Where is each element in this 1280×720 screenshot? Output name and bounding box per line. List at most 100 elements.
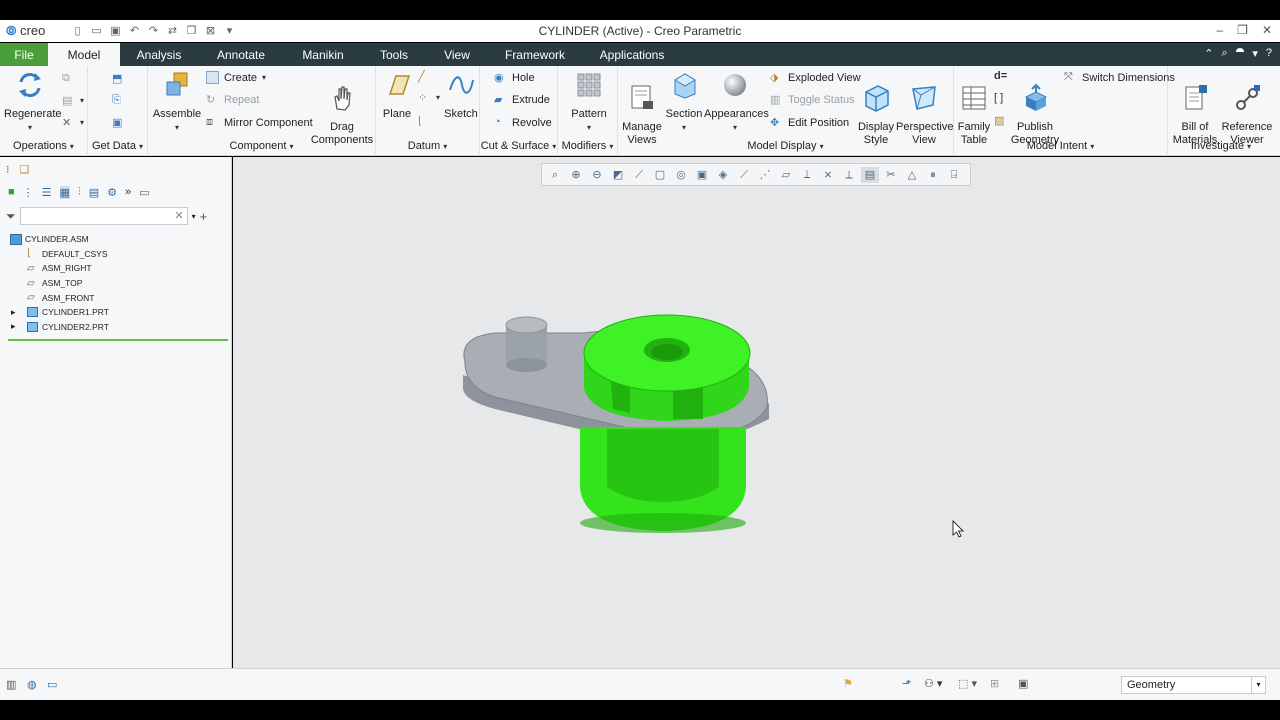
graduation-cap-icon[interactable]: ⯊ — [1236, 47, 1245, 60]
regenerate-dropdown-icon[interactable]: ▾ — [4, 121, 56, 134]
tab-view[interactable]: View — [426, 43, 488, 66]
pattern-button[interactable]: Pattern ▾ — [566, 70, 612, 134]
datum-point-icon[interactable]: ⁘ ▾ — [418, 91, 440, 104]
full-screen-icon[interactable]: ▭ — [47, 678, 57, 691]
cube-select-icon[interactable]: ▣ — [1018, 677, 1028, 690]
copy-icon[interactable]: ⧉ — [62, 72, 75, 85]
minimize-button[interactable]: – — [1216, 23, 1223, 37]
gear-icon[interactable]: ⚙ — [107, 186, 117, 199]
section-button[interactable]: Section ▾ — [664, 70, 704, 134]
investigate-label[interactable]: Investigate ▾ — [1168, 140, 1274, 152]
repeat-button[interactable]: ↻ Repeat — [206, 93, 259, 107]
tree-item-asm-top[interactable]: ▱ ASM_TOP — [0, 276, 232, 291]
search-icon[interactable]: ⌕ — [1221, 47, 1227, 60]
tree-filter-icon[interactable]: ⫶ — [78, 186, 81, 199]
assemble-button[interactable]: Assemble ▾ — [152, 70, 202, 134]
tab-tools[interactable]: Tools — [362, 43, 426, 66]
expand-icon[interactable]: ▸ — [11, 321, 21, 332]
filter-icon[interactable]: ⏷ — [6, 209, 16, 224]
dropdown-icon[interactable]: ▾ — [1252, 47, 1258, 60]
add-icon[interactable]: + — [200, 209, 208, 224]
appearances-button[interactable]: Appearances ▾ — [704, 70, 769, 134]
tree-item-asm-right[interactable]: ▱ ASM_RIGHT — [0, 261, 232, 276]
switch-dimensions-button[interactable]: ⤧ Switch Dimensions — [1064, 71, 1175, 84]
plane-button[interactable]: Plane — [378, 70, 416, 121]
tree-item-cylinder1-prt[interactable]: ▸ CYLINDER1.PRT — [0, 305, 232, 320]
pattern-dropdown-icon[interactable]: ▾ — [566, 121, 612, 134]
tab-framework[interactable]: Framework — [488, 43, 582, 66]
copy-geometry-icon[interactable]: ⎘ — [112, 94, 125, 107]
appearances-dropdown-icon[interactable]: ▾ — [704, 121, 766, 134]
modifiers-label[interactable]: Modifiers ▾ — [558, 140, 617, 152]
pane-options-icon[interactable]: ▭ — [139, 186, 149, 199]
graphics-area[interactable]: ⌕ ⊕ ⊖ ◩ ⟋ ▢ ◎ ▣ ◈ ⟋ ⋰ ▱ ⟘ ⨯ ⟂ ▤ ✂ △ ⏸ ⍈ — [233, 157, 1280, 668]
sketch-button[interactable]: Sketch — [442, 70, 480, 121]
assemble-dropdown-icon[interactable]: ▾ — [152, 121, 202, 134]
chevron-down-icon[interactable]: ▾ — [1251, 677, 1265, 693]
message-flag-icon[interactable]: ⚑ — [843, 677, 853, 690]
box-select-icon[interactable]: ⬚ ▾ — [958, 677, 977, 690]
tab-manikin[interactable]: Manikin — [284, 43, 362, 66]
exploded-view-button[interactable]: ⬗ Exploded View — [770, 71, 861, 85]
tab-analysis[interactable]: Analysis — [120, 43, 198, 66]
toggle-status-button[interactable]: ▥ Toggle Status — [770, 93, 855, 107]
relations-button[interactable]: d= — [994, 70, 1007, 82]
insert-here-marker[interactable] — [8, 339, 228, 341]
search-options-dropdown-icon[interactable]: ▾ — [192, 212, 196, 221]
paste-icon[interactable]: ▤ ▾ — [62, 94, 84, 107]
model-intent-label[interactable]: Model Intent ▾ — [954, 140, 1167, 152]
tree-item-cylinder-asm[interactable]: CYLINDER.ASM — [0, 232, 232, 247]
find-binoculars-icon[interactable]: ⚇ ▾ — [924, 677, 942, 690]
tree-settings-icon[interactable]: ▤ — [89, 186, 99, 199]
component-label[interactable]: Component ▾ — [148, 140, 375, 152]
tab-model[interactable]: Model — [48, 43, 120, 66]
parameters-icon[interactable]: [ ] — [994, 92, 1007, 105]
model-display-label[interactable]: Model Display ▾ — [618, 140, 953, 152]
more-icon[interactable]: » — [125, 186, 131, 198]
revolve-button[interactable]: ◔ Revolve — [494, 116, 552, 129]
picture-icon[interactable]: ▨ — [994, 114, 1007, 127]
edit-position-button[interactable]: ✥ Edit Position — [770, 116, 849, 130]
tree-item-cylinder2-prt[interactable]: ▸ CYLINDER2.PRT — [0, 320, 232, 335]
tab-annotate[interactable]: Annotate — [198, 43, 284, 66]
smart-select-icon[interactable]: ⬏ — [902, 677, 911, 690]
selection-filter-dropdown[interactable]: Geometry ▾ — [1121, 676, 1266, 694]
assembly-3d-model[interactable] — [233, 157, 1280, 668]
help-icon[interactable]: ? — [1266, 47, 1272, 60]
regenerate-button[interactable]: Regenerate ▾ — [4, 70, 62, 134]
collapse-ribbon-icon[interactable]: ⌃ — [1204, 47, 1213, 60]
mirror-component-button[interactable]: ⧈ Mirror Component — [206, 116, 313, 129]
model-tree-toggle-icon[interactable]: ▥ — [6, 678, 16, 691]
datum-label[interactable]: Datum ▾ — [376, 140, 479, 152]
hole-button[interactable]: ◉ Hole — [494, 71, 535, 85]
tab-applications[interactable]: Applications — [582, 43, 682, 66]
create-button[interactable]: Create ▾ — [206, 71, 266, 84]
folder-browser-tab-icon[interactable]: ❏ — [20, 163, 30, 176]
user-defined-feature-icon[interactable]: ⬒ — [112, 72, 125, 85]
section-dropdown-icon[interactable]: ▾ — [664, 121, 704, 134]
tree-columns-icon[interactable]: ▦ — [59, 185, 70, 199]
tree-structure-icon[interactable]: ⋮ — [23, 186, 34, 199]
datum-axis-icon[interactable]: ╱ — [418, 70, 431, 83]
tree-search-input[interactable] — [20, 208, 171, 224]
expand-icon[interactable]: ▸ — [11, 307, 21, 318]
part-icon[interactable]: ■ — [8, 186, 15, 198]
coordinate-system-icon[interactable]: ⌊ — [418, 114, 431, 127]
operations-label[interactable]: Operations ▾ — [0, 140, 87, 152]
close-button[interactable]: ✕ — [1262, 23, 1272, 37]
restore-button[interactable]: ❐ — [1237, 23, 1248, 37]
shrinkwrap-icon[interactable]: ▣ — [112, 116, 125, 129]
browser-toggle-icon[interactable]: ◍ — [27, 678, 37, 691]
tree-search-field[interactable]: ✕ — [19, 207, 188, 225]
tree-item-default-csys[interactable]: ⌊ DEFAULT_CSYS — [0, 247, 232, 262]
extrude-button[interactable]: ▰ Extrude — [494, 93, 550, 107]
tab-file[interactable]: File — [0, 43, 48, 66]
get-data-label[interactable]: Get Data ▾ — [88, 140, 147, 152]
clear-search-icon[interactable]: ✕ — [174, 209, 183, 222]
selection-options-icon[interactable]: ⊞ — [990, 677, 999, 690]
tree-list-icon[interactable]: ☰ — [42, 186, 52, 199]
delete-icon[interactable]: ✕ ▾ — [62, 116, 84, 129]
cut-surface-label[interactable]: Cut & Surface ▾ — [480, 140, 557, 152]
tree-item-asm-front[interactable]: ▱ ASM_FRONT — [0, 290, 232, 305]
model-tree-tab-icon[interactable]: ⁝ — [6, 163, 10, 176]
